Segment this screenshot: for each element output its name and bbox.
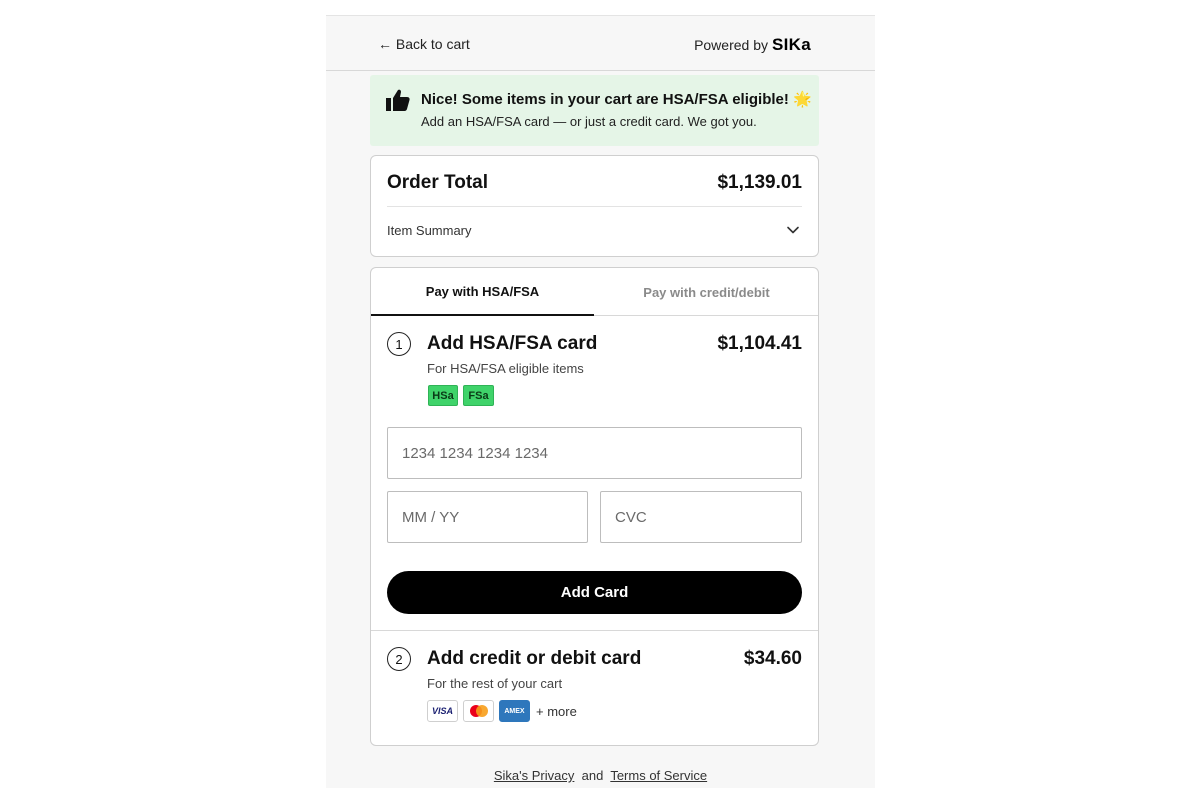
step-1-subtitle: For HSA/FSA eligible items <box>427 361 584 376</box>
visa-icon: VISA <box>427 700 458 722</box>
step-1-amount: $1,104.41 <box>717 333 802 354</box>
step-1-number: 1 <box>387 332 411 356</box>
back-to-cart-link[interactable]: ← Back to cart <box>378 36 470 52</box>
banner-subtitle: Add an HSA/FSA card — or just a credit c… <box>421 114 757 129</box>
sika-logo: SIKa <box>772 35 811 54</box>
top-bar: ← Back to cart Powered by SIKa <box>326 16 875 71</box>
powered-by-label: Powered by <box>694 37 768 53</box>
order-total-value: $1,139.01 <box>717 172 802 193</box>
hsa-badge: HSa <box>428 385 458 406</box>
terms-link[interactable]: Terms of Service <box>610 768 707 783</box>
step-2-title: Add credit or debit card <box>427 648 642 669</box>
expiry-input[interactable] <box>387 491 588 543</box>
checkout-panel: ← Back to cart Powered by SIKa Nice! Som… <box>326 15 875 788</box>
amex-icon: AMEX <box>499 700 530 722</box>
banner-title: Nice! Some items in your cart are HSA/FS… <box>421 91 812 108</box>
thumbs-up-icon <box>386 89 410 111</box>
payment-card: Pay with HSA/FSA Pay with credit/debit 1… <box>370 267 819 746</box>
privacy-link[interactable]: Sika's Privacy <box>494 768 575 783</box>
chevron-down-icon[interactable] <box>786 223 800 237</box>
step-2-number: 2 <box>387 647 411 671</box>
step-2-amount: $34.60 <box>743 648 802 669</box>
more-cards-label: + more <box>536 703 577 719</box>
step-2-subtitle: For the rest of your cart <box>427 676 563 691</box>
back-to-cart-label: ← Back to cart <box>378 36 470 52</box>
add-card-button[interactable]: Add Card <box>387 571 802 614</box>
eligibility-banner: Nice! Some items in your cart are HSA/FS… <box>370 75 819 146</box>
powered-by: Powered by SIKa <box>694 35 811 55</box>
footer-links: Sika's Privacy and Terms of Service <box>326 768 875 783</box>
cvc-input[interactable] <box>600 491 802 543</box>
step-1-title: Add HSA/FSA card <box>427 333 598 354</box>
footer-and: and <box>581 768 604 783</box>
order-divider <box>387 206 802 207</box>
payment-tabs: Pay with HSA/FSA Pay with credit/debit <box>371 268 818 316</box>
card-brands-row: VISA AMEX + more <box>427 700 577 722</box>
order-total-card: Order Total $1,139.01 Item Summary <box>370 155 819 257</box>
tab-pay-credit-debit[interactable]: Pay with credit/debit <box>595 268 818 316</box>
item-summary-toggle[interactable]: Item Summary <box>387 223 472 238</box>
mastercard-icon <box>463 700 494 722</box>
step-divider <box>371 630 818 631</box>
order-total-label: Order Total <box>387 172 488 193</box>
fsa-badge: FSa <box>463 385 494 406</box>
tab-pay-hsa-fsa[interactable]: Pay with HSA/FSA <box>371 268 594 316</box>
card-number-input[interactable] <box>387 427 802 479</box>
